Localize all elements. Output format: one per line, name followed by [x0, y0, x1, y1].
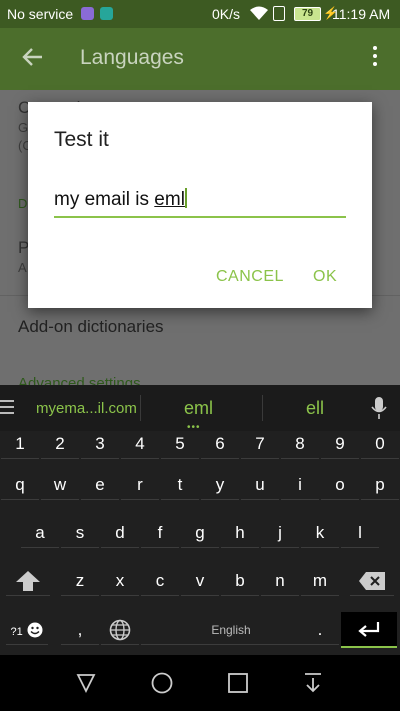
- status-bar: No service 0K/s 79 ⚡ 11:19 AM: [0, 0, 400, 28]
- key-q[interactable]: q: [1, 470, 39, 500]
- key-4[interactable]: 4: [121, 429, 159, 459]
- language-key[interactable]: [101, 615, 139, 645]
- shift-key[interactable]: [6, 566, 50, 596]
- key-1[interactable]: 1: [1, 429, 39, 459]
- key-h[interactable]: h: [221, 518, 259, 548]
- test-input-field[interactable]: my email is eml: [54, 188, 346, 218]
- back-arrow-icon[interactable]: [20, 44, 46, 70]
- setting-summary: G: [18, 120, 29, 135]
- setting-summary: A: [18, 260, 27, 275]
- key-y[interactable]: y: [201, 470, 239, 500]
- app-bar: Languages: [0, 28, 400, 90]
- enter-icon: [358, 622, 380, 637]
- key-t[interactable]: t: [161, 470, 199, 500]
- key-e[interactable]: e: [81, 470, 119, 500]
- test-it-dialog: Test it my email is eml CANCEL OK: [28, 102, 372, 308]
- wifi-icon: [250, 6, 268, 20]
- key-9[interactable]: 9: [321, 429, 359, 459]
- key-o[interactable]: o: [321, 470, 359, 500]
- key-i[interactable]: i: [281, 470, 319, 500]
- key-u[interactable]: u: [241, 470, 279, 500]
- clock: 11:19 AM: [332, 6, 391, 22]
- divider: [262, 395, 263, 421]
- composing-word: eml: [154, 189, 185, 210]
- comma-key[interactable]: ,: [61, 615, 99, 645]
- key-s[interactable]: s: [61, 518, 99, 548]
- key-c[interactable]: c: [141, 566, 179, 596]
- text-cursor: [184, 188, 187, 208]
- suggestion-item[interactable]: eml: [184, 398, 213, 419]
- key-z[interactable]: z: [61, 566, 99, 596]
- soft-keyboard: myema...il.com eml ••• ell 1 2 3 4 5 6 7…: [0, 385, 400, 655]
- suggestion-strip: myema...il.com eml ••• ell: [0, 385, 400, 433]
- key-l[interactable]: l: [341, 518, 379, 548]
- section-header: D: [18, 196, 28, 211]
- key-x[interactable]: x: [101, 566, 139, 596]
- key-f[interactable]: f: [141, 518, 179, 548]
- key-v[interactable]: v: [181, 566, 219, 596]
- key-w[interactable]: w: [41, 470, 79, 500]
- backspace-key[interactable]: [350, 566, 394, 596]
- symbols-emoji-key[interactable]: ?1: [6, 615, 48, 645]
- key-d[interactable]: d: [101, 518, 139, 548]
- emoji-icon: [27, 622, 43, 638]
- globe-icon: [109, 619, 131, 641]
- dialog-title: Test it: [54, 128, 109, 151]
- add-on-dictionaries-item[interactable]: Add-on dictionaries: [18, 317, 164, 337]
- key-b[interactable]: b: [221, 566, 259, 596]
- network-speed: 0K/s: [212, 6, 241, 22]
- recents-square-icon[interactable]: [226, 671, 250, 695]
- key-m[interactable]: m: [301, 566, 339, 596]
- period-key[interactable]: .: [301, 615, 339, 645]
- space-bar[interactable]: English: [141, 615, 321, 645]
- page-title: Languages: [80, 46, 184, 69]
- key-r[interactable]: r: [121, 470, 159, 500]
- suggestion-item[interactable]: ell: [306, 398, 324, 419]
- battery-icon: 79: [294, 7, 321, 21]
- key-g[interactable]: g: [181, 518, 219, 548]
- app-notification-icon: [81, 7, 94, 20]
- input-text: my email is: [54, 189, 155, 210]
- back-triangle-icon[interactable]: [74, 671, 98, 695]
- app-notification-icon: [100, 7, 113, 20]
- ok-button[interactable]: OK: [313, 268, 337, 286]
- home-circle-icon[interactable]: [150, 671, 174, 695]
- notification-pulldown-icon[interactable]: [301, 671, 325, 695]
- key-8[interactable]: 8: [281, 429, 319, 459]
- key-6[interactable]: 6: [201, 429, 239, 459]
- key-3[interactable]: 3: [81, 429, 119, 459]
- divider: [140, 395, 141, 421]
- suggestion-item[interactable]: myema...il.com: [36, 400, 137, 417]
- key-5[interactable]: 5: [161, 429, 199, 459]
- navigation-bar: [0, 655, 400, 711]
- enter-key[interactable]: [341, 612, 397, 648]
- backspace-icon: [359, 572, 385, 590]
- key-k[interactable]: k: [301, 518, 339, 548]
- microphone-icon[interactable]: [371, 396, 387, 420]
- overflow-menu-icon[interactable]: [368, 46, 382, 72]
- shift-icon: [16, 571, 40, 591]
- key-j[interactable]: j: [261, 518, 299, 548]
- key-n[interactable]: n: [261, 566, 299, 596]
- key-a[interactable]: a: [21, 518, 59, 548]
- cancel-button[interactable]: CANCEL: [216, 268, 284, 286]
- sim-icon: [273, 6, 285, 21]
- key-0[interactable]: 0: [361, 429, 399, 459]
- symbols-label: ?1: [10, 626, 23, 638]
- carrier-label: No service: [7, 6, 74, 22]
- key-2[interactable]: 2: [41, 429, 79, 459]
- menu-icon[interactable]: [0, 400, 14, 414]
- key-7[interactable]: 7: [241, 429, 279, 459]
- key-p[interactable]: p: [361, 470, 399, 500]
